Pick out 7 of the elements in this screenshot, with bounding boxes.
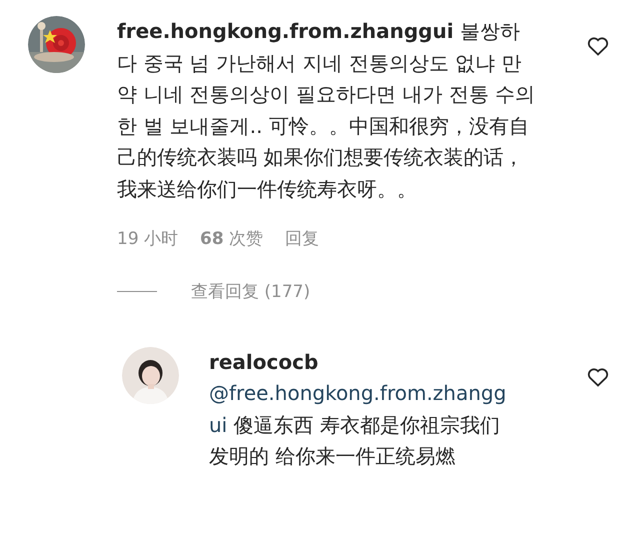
like-count: 68 次赞 [200, 228, 264, 250]
reply-button[interactable]: 回复 [285, 227, 320, 250]
view-replies-button[interactable]: 查看回复 (177) [191, 280, 310, 303]
comment-text: free.hongkong.from.zhanggui 불쌍하다 중국 넘 가난해서 지네 전통의상도 없냐 만약 니네 전통의상이 필요하다면 내가 전통 수의 한 벌 보내줄게.. 可怜。。中国和很穷，没有自己的传统衣装吗 如果你们想要传统衣装的话，我来送给你们一件传统寿衣呀。。 [117, 18, 536, 202]
reply-text: @free.hongkong.from.zhanggui 傻逼东西 寿衣都是你祖宗我们发明的 给你来一件正统易燃 [209, 380, 508, 470]
username[interactable]: realococb [209, 347, 515, 378]
comment-time: 19 小时 [117, 228, 178, 250]
